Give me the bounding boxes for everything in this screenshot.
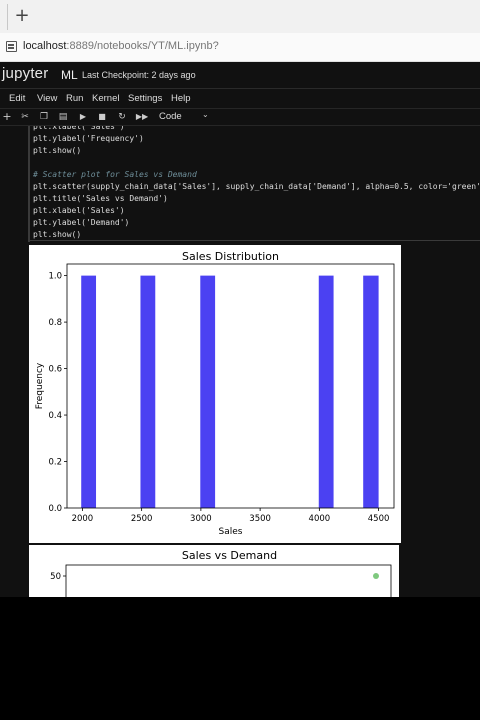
x-tick-label: 3000 <box>190 514 212 524</box>
x-axis-label: Sales <box>219 527 243 537</box>
cell-type-select[interactable]: Code <box>159 111 182 122</box>
code-line: plt.scatter(supply_chain_data['Sales'], … <box>33 182 480 191</box>
y-tick-label: 50 <box>50 572 61 582</box>
browser-viewport: + localhost:8889/notebooks/YT/ML.ipynb? … <box>0 0 480 597</box>
x-tick-label: 4000 <box>309 514 331 524</box>
url-path: :8889/notebooks/YT/ML.ipynb? <box>66 40 219 52</box>
checkpoint-status: Last Checkpoint: 2 days ago <box>82 70 196 80</box>
y-tick-label: 0.0 <box>48 504 62 514</box>
code-line: plt.ylabel('Demand') <box>33 218 130 227</box>
code-cell[interactable]: plt.xlabel('Sales') plt.ylabel('Frequency… <box>0 126 480 242</box>
menu-kernel[interactable]: Kernel <box>92 93 119 104</box>
y-tick-label: 0.4 <box>48 411 62 421</box>
code-line: plt.ylabel('Frequency') <box>33 134 144 143</box>
menu-help[interactable]: Help <box>171 93 191 104</box>
scatter-point <box>373 573 379 579</box>
cell-indicator <box>28 126 30 242</box>
menu-edit[interactable]: Edit <box>9 93 25 104</box>
page-info-icon[interactable] <box>6 41 17 52</box>
y-tick-label: 0.8 <box>48 318 62 328</box>
url-host: localhost <box>23 40 67 52</box>
browser-tab-bar: + <box>0 0 480 33</box>
cell-divider <box>30 240 480 241</box>
code-line: plt.show() <box>33 146 82 155</box>
chart-title: Sales vs Demand <box>182 549 277 562</box>
notebook-toolbar: + ✂ ❐ ▤ ▶ ■ ↻ ▶▶ Code ⌄ <box>0 108 480 126</box>
y-tick-label: 1.0 <box>48 272 62 282</box>
copy-icon[interactable]: ❐ <box>37 110 51 124</box>
histogram-bar <box>318 275 334 508</box>
menu-settings[interactable]: Settings <box>128 93 162 104</box>
notebook-area: plt.xlabel('Sales') plt.ylabel('Frequency… <box>0 126 480 597</box>
y-axis-label: Frequency <box>35 362 45 409</box>
blank-area <box>0 597 480 720</box>
code-editor[interactable]: plt.xlabel('Sales') plt.ylabel('Frequency… <box>33 126 480 241</box>
address-bar[interactable]: localhost:8889/notebooks/YT/ML.ipynb? <box>0 33 480 62</box>
restart-icon[interactable]: ↻ <box>115 110 129 124</box>
paste-icon[interactable]: ▤ <box>56 110 70 124</box>
add-cell-icon[interactable]: + <box>0 110 14 124</box>
plot-frame <box>66 263 395 509</box>
menu-run[interactable]: Run <box>66 93 83 104</box>
scatter-svg: Sales vs Demand 50 <box>50 549 392 597</box>
stop-icon[interactable]: ■ <box>95 110 109 124</box>
url-text[interactable]: localhost:8889/notebooks/YT/ML.ipynb? <box>23 40 219 52</box>
chart-title: Sales Distribution <box>182 250 279 263</box>
histogram-bar <box>363 275 379 508</box>
menu-view[interactable]: View <box>37 93 57 104</box>
menu-bar: Edit View Run Kernel Settings Help <box>0 89 480 108</box>
tab-edge <box>0 4 8 30</box>
run-icon[interactable]: ▶ <box>76 110 90 124</box>
new-tab-icon[interactable]: + <box>14 5 30 27</box>
chevron-down-icon[interactable]: ⌄ <box>202 110 209 119</box>
code-line: plt.xlabel('Sales') <box>33 206 125 215</box>
histogram-svg: Sales Distribution 0.0 0.2 0.4 0.6 0.8 1.0 2000… <box>35 250 395 537</box>
histogram-bar <box>200 275 216 508</box>
histogram-bar <box>81 275 97 508</box>
sales-vs-demand-figure: Sales vs Demand 50 <box>29 545 399 597</box>
fast-forward-icon[interactable]: ▶▶ <box>135 110 149 124</box>
jupyter-header: jupyter ML Last Checkpoint: 2 days ago <box>0 62 480 89</box>
code-line: plt.xlabel('Sales') <box>33 126 125 131</box>
x-tick-label: 2000 <box>72 514 94 524</box>
code-line: plt.title('Sales vs Demand') <box>33 194 168 203</box>
histogram-bar <box>140 275 156 508</box>
x-tick-label: 3500 <box>249 514 271 524</box>
plot-frame <box>65 564 392 597</box>
y-tick-label: 0.2 <box>48 458 62 468</box>
cut-icon[interactable]: ✂ <box>18 110 32 124</box>
x-tick-label: 4500 <box>368 514 390 524</box>
y-tick-label: 0.6 <box>48 365 62 375</box>
jupyter-logo[interactable]: jupyter <box>2 65 48 82</box>
notebook-name[interactable]: ML <box>61 68 78 82</box>
sales-distribution-figure: Sales Distribution 0.0 0.2 0.4 0.6 0.8 1.0 2000… <box>29 245 401 543</box>
code-line: # Scatter plot for Sales vs Demand <box>33 170 197 179</box>
x-tick-label: 2500 <box>131 514 153 524</box>
